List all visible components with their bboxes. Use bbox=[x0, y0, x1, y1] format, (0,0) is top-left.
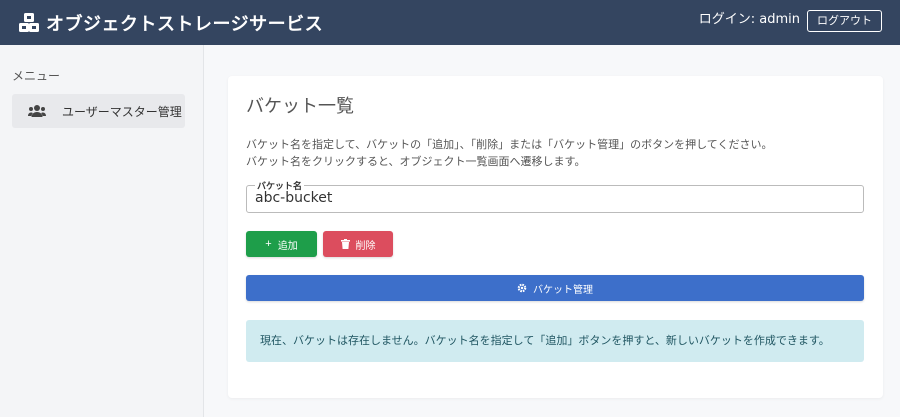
sidebar: メニュー ユーザーマスター管理 bbox=[0, 45, 204, 417]
trash-icon bbox=[340, 239, 350, 249]
main-content: バケット一覧 バケット名を指定して、バケットの「追加」、「削除」または「バケット… bbox=[204, 45, 900, 417]
sidebar-item-user-master[interactable]: ユーザーマスター管理 bbox=[12, 94, 185, 128]
sidebar-item-label: ユーザーマスター管理 bbox=[62, 104, 182, 119]
logout-button[interactable]: ログアウト bbox=[807, 10, 882, 32]
login-user-label: ログイン: admin bbox=[698, 12, 800, 27]
add-button[interactable]: + 追加 bbox=[246, 231, 317, 257]
delete-button-label: 削除 bbox=[355, 240, 376, 252]
description-line: バケット名をクリックすると、オブジェクト一覧画面へ遷移します。 bbox=[246, 155, 586, 168]
app-title: オブジェクトストレージサービス bbox=[46, 13, 324, 35]
delete-button[interactable]: 削除 bbox=[323, 231, 393, 257]
add-button-label: 追加 bbox=[277, 240, 298, 252]
description-line: バケット名を指定して、バケットの「追加」、「削除」または「バケット管理」のボタン… bbox=[246, 138, 773, 151]
bucket-manage-label: バケット管理 bbox=[533, 284, 593, 296]
bucket-name-input[interactable] bbox=[255, 190, 845, 206]
gear-icon bbox=[517, 283, 527, 293]
bucket-manage-button[interactable]: バケット管理 bbox=[246, 275, 864, 301]
cubes-icon bbox=[19, 12, 39, 32]
bucket-list-card: バケット一覧 バケット名を指定して、バケットの「追加」、「削除」または「バケット… bbox=[228, 76, 883, 398]
users-icon bbox=[28, 105, 46, 117]
menu-title: メニュー bbox=[12, 69, 61, 83]
plus-icon: + bbox=[265, 237, 272, 250]
page-title: バケット一覧 bbox=[246, 96, 354, 117]
info-alert: 現在、バケットは存在しません。バケット名を指定して「追加」ボタンを押すと、新しい… bbox=[246, 320, 864, 362]
brand: オブジェクトストレージサービス bbox=[18, 0, 323, 45]
app-header: オブジェクトストレージサービス ログイン: admin ログアウト bbox=[0, 0, 900, 45]
bucket-name-field: バケット名 bbox=[246, 179, 864, 213]
